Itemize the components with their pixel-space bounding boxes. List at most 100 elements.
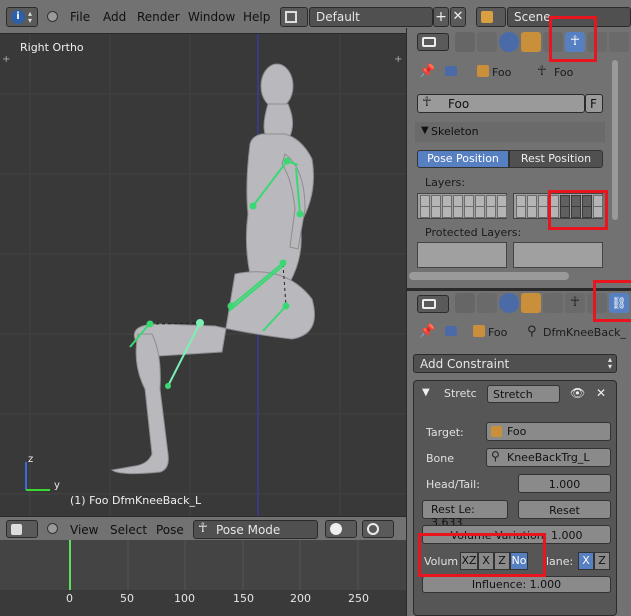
armature-panel-scrollbar[interactable] [612,60,618,220]
stretch-constraint-box: ▼ Stretc Stretch 👁 ✕ Target: Foo Bone Kn… [413,380,617,616]
head-tail-slider[interactable]: 1.000 [518,474,611,493]
tab-object-icon[interactable] [521,32,541,52]
scene-selector[interactable] [476,7,506,27]
editor-type-properties-button-2[interactable] [417,295,449,313]
tab-bone-icon[interactable] [587,293,607,313]
layout-grid-icon [285,11,297,23]
menu-select[interactable]: Select [110,523,147,537]
reset-button[interactable]: Reset [518,500,611,519]
menu-render[interactable]: Render [137,10,180,24]
tab-constraints-icon[interactable] [543,293,563,313]
volume-no-button[interactable]: No [510,552,528,570]
tab-bone-constraints-icon[interactable]: ⛓ [609,293,629,313]
tab-render-icon[interactable] [455,293,475,313]
volume-no-label: No [511,554,527,567]
influence-slider[interactable]: Influence: 1.000 [422,576,611,593]
tab-render-icon[interactable] [455,32,475,52]
scene-icon [481,11,493,23]
menu-view[interactable]: View [70,523,98,537]
ik-dashed-line [149,322,201,325]
editor-type-properties-button[interactable] [417,33,449,51]
pin-icon[interactable]: 📌 [419,324,435,339]
armature-datablock-icon: ☥ [422,95,432,110]
ruler-label-0: 0 [66,592,73,605]
close-icon[interactable]: ✕ [596,386,606,400]
menu-pose[interactable]: Pose [156,523,184,537]
pose-mode-icon: ☥ [198,521,208,536]
protected-layers-grid-left[interactable] [417,242,507,268]
timeline-canvas[interactable] [0,540,406,616]
menu-help[interactable]: Help [243,10,270,24]
volume-x-button[interactable]: X [478,552,494,570]
tab-armature-data-icon[interactable]: ☥ [565,32,585,52]
screen-layout-field[interactable]: Default [309,7,433,27]
editor-type-info-button[interactable]: i ▴ ▾ [6,7,38,27]
object-cube-icon [491,426,502,437]
bone-layers-grid-right[interactable] [513,193,603,219]
collapse-menus-icon[interactable] [47,523,58,534]
head-tail-label: Head/Tail: [426,478,480,491]
tab-layers-icon[interactable] [477,32,497,52]
rest-length-field[interactable]: Rest Le: 3.633 [422,500,508,529]
add-constraint-label: Add Constraint [420,357,510,371]
bone-label: Bone [426,452,455,465]
rest-position-button[interactable]: Rest Position [509,150,603,168]
ruler-label-50: 50 [120,592,134,605]
bone-field[interactable]: KneeBackTrg_L [486,448,611,467]
delete-screen-button[interactable]: ✕ [450,7,466,27]
viewport-canvas: z y [0,34,406,516]
skeleton-panel-header[interactable]: ▼ Skeleton [415,122,605,142]
pose-position-label: Pose Position [427,152,499,165]
tab-more-icon[interactable] [609,32,629,52]
collapse-triangle-icon[interactable]: ▼ [422,387,430,398]
tab-layers-icon[interactable] [477,293,497,313]
chevron-up-down-icon: ▴ ▾ [607,355,612,371]
plane-x-button[interactable]: X [578,552,594,570]
plane-x-label: X [582,554,590,567]
tab-world-icon[interactable] [499,32,519,52]
plane-z-button[interactable]: Z [594,552,610,570]
menu-file[interactable]: File [70,10,90,24]
plane-z-label: Z [598,554,606,567]
pivot-point-button[interactable] [362,520,394,538]
viewport-shading-button[interactable] [325,520,357,538]
collapse-menus-icon[interactable] [47,11,58,22]
target-field[interactable]: Foo [486,422,611,441]
pose-position-button[interactable]: Pose Position [417,150,509,168]
tab-constraints-icon[interactable] [543,32,563,52]
ruler-label-150: 150 [233,592,254,605]
tab-armature-data-icon[interactable]: ☥ [565,293,585,313]
tab-object-icon[interactable] [521,293,541,313]
breadcrumb-bone: DfmKneeBack_ [543,326,626,339]
menu-add[interactable]: Add [103,10,126,24]
layers-label: Layers: [425,176,466,189]
add-constraint-menu[interactable]: Add Constraint ▴ ▾ [413,354,617,373]
properties-toggle-icon[interactable]: + [394,54,402,65]
armature-panel-hscrollbar[interactable] [409,272,569,280]
protected-layers-grid-right[interactable] [513,242,603,268]
volume-label: Volum [424,555,459,568]
volume-xz-button[interactable]: XZ [460,552,478,570]
mode-selector[interactable]: Pose Mode [193,520,318,539]
volume-variation-value: Volume Variation: 1.000 [450,529,583,542]
screen-layout-selector[interactable] [280,7,308,27]
bone-layers-grid-left[interactable] [417,193,507,219]
menu-window[interactable]: Window [188,10,235,24]
add-screen-button[interactable]: + [433,7,449,27]
volume-variation-slider[interactable]: Volume Variation: 1.000 [422,525,611,544]
scene-field[interactable]: Scene [507,7,631,27]
volume-z-label: Z [498,554,506,567]
toolshelf-toggle-icon[interactable]: + [2,54,10,65]
fake-user-button[interactable]: F [585,94,603,113]
volume-z-button[interactable]: Z [494,552,510,570]
armature-datablock-field[interactable]: Foo [417,94,585,113]
pin-icon[interactable]: 📌 [419,64,435,79]
ruler-label-200: 200 [290,592,311,605]
eye-icon[interactable]: 👁 [570,386,585,400]
3d-viewport[interactable]: z y Right Ortho (1) Foo DfmKneeBack_L + … [0,34,406,516]
tab-world-icon[interactable] [499,293,519,313]
editor-type-3dview-button[interactable] [6,520,38,538]
constraint-name-field[interactable]: Stretch [487,385,560,403]
tab-bone-icon[interactable] [587,32,607,52]
fake-user-label: F [590,97,597,111]
